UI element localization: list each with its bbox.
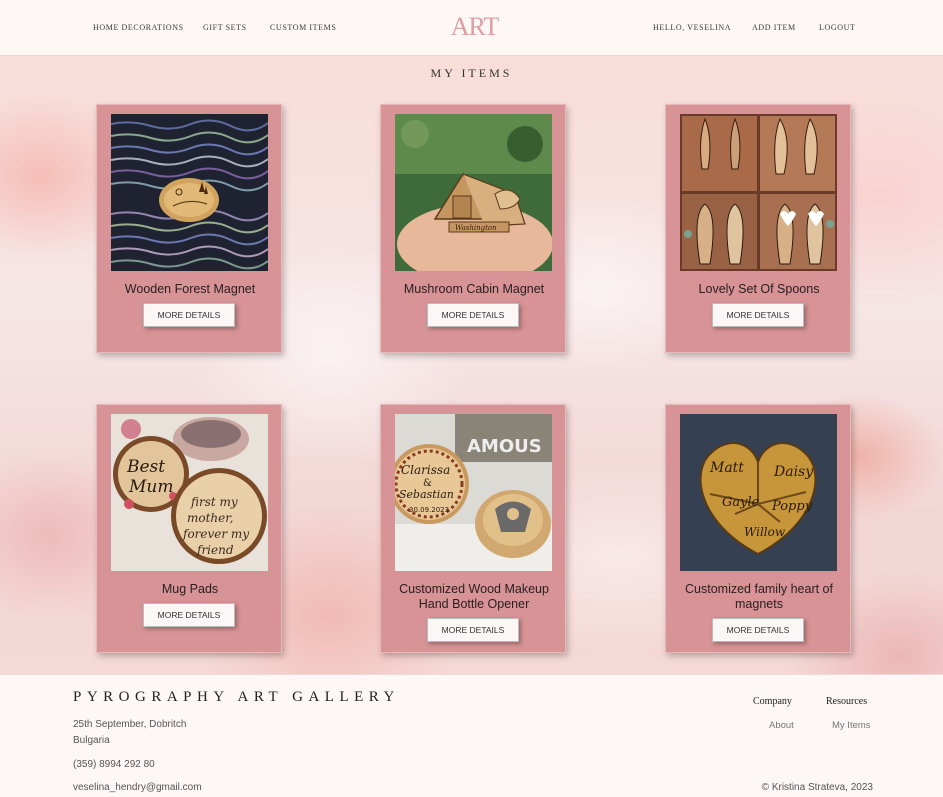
nav-home-decorations[interactable]: HOME DECORATIONS (93, 23, 184, 32)
item-card: Best Mum first my mother, forever my fri… (96, 404, 282, 653)
footer-phone: (359) 8994 292 80 (73, 759, 155, 770)
svg-text:Poppy: Poppy (771, 499, 813, 514)
site-footer: PYROGRAPHY ART GALLERY 25th September, D… (0, 674, 943, 797)
cabin-magnet-image[interactable]: Washington (395, 114, 552, 271)
mug-pads-image[interactable]: Best Mum first my mother, forever my fri… (111, 414, 268, 571)
footer-address-line1: 25th September, Dobritch (73, 719, 187, 730)
footer-resources-heading: Resources (826, 696, 868, 707)
top-navbar: HOME DECORATIONS GIFT SETS CUSTOM ITEMS … (0, 0, 943, 56)
svg-text:mother,: mother, (187, 511, 234, 525)
item-name: Mug Pads (161, 582, 219, 596)
svg-text:Clarissa: Clarissa (401, 463, 450, 477)
svg-text:Mum: Mum (128, 477, 173, 497)
svg-text:Best: Best (126, 457, 165, 477)
item-card: Matt Daisy Gayle Poppy Willow Customized… (665, 404, 851, 653)
footer-company-heading: Company (753, 696, 792, 707)
more-details-button[interactable]: MORE DETAILS (143, 303, 235, 327)
item-name: Mushroom Cabin Magnet (403, 282, 545, 296)
more-details-button[interactable]: MORE DETAILS (427, 303, 519, 327)
nav-custom-items[interactable]: CUSTOM ITEMS (270, 23, 336, 32)
svg-text:Gayle: Gayle (722, 495, 760, 510)
bottle-opener-image[interactable]: AMOUS Clarissa & Sebastian 30.09.2023 (395, 414, 552, 571)
item-card: AMOUS Clarissa & Sebastian 30.09.2023 Cu… (380, 404, 566, 653)
spoons-image[interactable] (680, 114, 837, 271)
item-name: Customized Wood Makeup Hand Bottle Opene… (399, 582, 549, 611)
svg-text:first my: first my (190, 495, 238, 509)
nav-logout[interactable]: LOGOUT (819, 23, 855, 32)
footer-email[interactable]: veselina_hendry@gmail.com (73, 780, 202, 796)
item-card: Wooden Forest Magnet MORE DETAILS (96, 104, 282, 353)
footer-address-line2: Bulgaria (73, 735, 110, 746)
footer-brand: PYROGRAPHY ART GALLERY (73, 689, 400, 705)
nav-add-item[interactable]: ADD ITEM (752, 23, 796, 32)
svg-text:Washington: Washington (455, 224, 497, 232)
more-details-button[interactable]: MORE DETAILS (427, 618, 519, 642)
svg-text:30.09.2023: 30.09.2023 (409, 506, 449, 514)
page-title: MY ITEMS (430, 66, 513, 80)
more-details-button[interactable]: MORE DETAILS (712, 303, 804, 327)
footer-copyright: © Kristina Strateva, 2023 (761, 782, 873, 793)
footer-about-link[interactable]: About (769, 720, 794, 731)
site-logo[interactable]: ART (447, 12, 502, 41)
svg-text:Sebastian: Sebastian (399, 488, 454, 501)
svg-text:AMOUS: AMOUS (467, 436, 542, 457)
item-card: Lovely Set Of Spoons MORE DETAILS (665, 104, 851, 353)
heart-magnets-image[interactable]: Matt Daisy Gayle Poppy Willow (680, 414, 837, 571)
svg-text:friend: friend (196, 543, 234, 557)
more-details-button[interactable]: MORE DETAILS (712, 618, 804, 642)
forest-magnet-image[interactable] (111, 114, 268, 271)
item-name: Wooden Forest Magnet (124, 282, 256, 296)
nav-gift-sets[interactable]: GIFT SETS (203, 23, 247, 32)
more-details-button[interactable]: MORE DETAILS (143, 603, 235, 627)
item-name: Customized family heart of magnets (685, 582, 833, 611)
svg-text:Willow: Willow (744, 525, 786, 539)
svg-text:forever my: forever my (182, 527, 249, 541)
svg-text:Daisy: Daisy (773, 464, 814, 480)
svg-text:Matt: Matt (709, 460, 744, 476)
item-name: Lovely Set Of Spoons (698, 282, 820, 296)
item-card: Washington Mushroom Cabin Magnet MORE DE… (380, 104, 566, 353)
footer-my-items-link[interactable]: My Items (832, 720, 871, 731)
nav-greeting[interactable]: HELLO, VESELINA (653, 23, 731, 32)
